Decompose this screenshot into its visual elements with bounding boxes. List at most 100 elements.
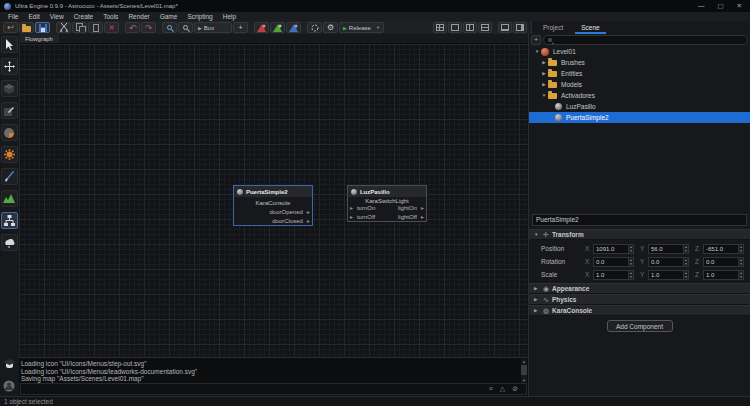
run-settings-button[interactable] <box>307 22 322 33</box>
log-list-icon[interactable]: ≡ <box>489 385 493 393</box>
scale-z-input[interactable]: 1.0▲▼ <box>703 270 744 280</box>
spinner[interactable]: ▲▼ <box>628 245 633 253</box>
menu-file[interactable]: File <box>3 13 23 20</box>
tree-item-activadores[interactable]: ▼ Activadores <box>529 90 750 101</box>
port-arrow-icon[interactable]: ▸ <box>421 213 424 220</box>
toggle-sidebar-button[interactable] <box>513 22 527 33</box>
rotation-z-input[interactable]: 0.0▲▼ <box>703 257 744 267</box>
port-arrow-icon[interactable]: ▸ <box>350 213 353 220</box>
cut-button[interactable] <box>56 22 71 33</box>
delete-button[interactable]: ✕ <box>104 22 119 33</box>
scale-y-input[interactable]: 1.0▲▼ <box>648 270 689 280</box>
settings-button[interactable]: ⚙ <box>323 22 338 33</box>
menu-game[interactable]: Game <box>155 13 183 20</box>
section-karaconsole[interactable]: ▶ ◍ KaraConsole <box>529 305 750 316</box>
paint-tool-button[interactable] <box>1 168 18 185</box>
node-puertasimple2[interactable]: PuertaSimple2 KaraConsole doorOpened▸ do… <box>233 185 313 226</box>
rotation-x-input[interactable]: 0.0▲▼ <box>593 257 634 267</box>
learn-button[interactable] <box>1 355 18 372</box>
spinner[interactable]: ▲▼ <box>628 258 633 266</box>
port-arrow-icon[interactable]: ▸ <box>421 204 424 211</box>
console-input[interactable] <box>20 383 527 395</box>
menu-scripting[interactable]: Scripting <box>182 13 217 20</box>
toggle-console-button[interactable] <box>498 22 512 33</box>
spinner[interactable]: ▲▼ <box>683 258 688 266</box>
section-transform[interactable]: ▼ ✛ Transform <box>529 229 750 240</box>
flowgraph-tool-button[interactable] <box>1 212 18 229</box>
menu-tools[interactable]: Tools <box>98 13 123 20</box>
terrain-tool-button[interactable] <box>1 190 18 207</box>
tree-item-level01[interactable]: ▼ Level01 <box>529 46 750 57</box>
primitive-dropdown[interactable]: ▶Box <box>194 22 232 33</box>
menu-render[interactable]: Render <box>123 13 154 20</box>
about-button[interactable] <box>1 377 18 394</box>
close-button[interactable]: ✕ <box>737 0 742 12</box>
maximize-button[interactable]: ▢ <box>717 0 723 12</box>
scale-x-input[interactable]: 1.0▲▼ <box>593 270 634 280</box>
emitter-tool-button[interactable] <box>1 146 18 163</box>
menu-create[interactable]: Create <box>69 13 99 20</box>
zoom-select-button[interactable] <box>162 22 177 33</box>
tree-item-puertasimple2[interactable]: PuertaSimple2 <box>529 112 750 123</box>
layout-split-v-button[interactable] <box>463 22 477 33</box>
port-arrow-icon[interactable]: ▸ <box>307 217 310 224</box>
log-error-icon[interactable]: ⊘ <box>512 385 518 393</box>
tree-item-models[interactable]: ▶ Models <box>529 79 750 90</box>
spinner[interactable]: ▲▼ <box>683 271 688 279</box>
add-primitive-button[interactable]: + <box>233 22 248 33</box>
tab-scene[interactable]: Scene <box>572 21 608 34</box>
tree-item-brushes[interactable]: ▶ Brushes <box>529 57 750 68</box>
spinner[interactable]: ▲▼ <box>628 271 633 279</box>
spinner[interactable]: ▲▼ <box>738 258 743 266</box>
spinner[interactable]: ▲▼ <box>683 245 688 253</box>
tab-project[interactable]: Project <box>534 21 572 34</box>
add-component-button[interactable]: Add Component <box>607 320 673 332</box>
console-scrollbar[interactable]: ▲ ▼ <box>521 359 527 383</box>
section-physics[interactable]: ▶ ∿ Physics <box>529 294 750 305</box>
rotation-y-input[interactable]: 0.0▲▼ <box>648 257 689 267</box>
layout-quad-button[interactable] <box>433 22 447 33</box>
expand-icon[interactable]: ▼ <box>533 49 541 54</box>
paste-button[interactable] <box>88 22 103 33</box>
face-tool-button[interactable] <box>1 102 18 119</box>
object-tool-button[interactable] <box>1 80 18 97</box>
port-arrow-icon[interactable]: ▸ <box>350 204 353 211</box>
scroll-thumb[interactable] <box>521 365 527 375</box>
section-appearance[interactable]: ▶ ◉ Appearance <box>529 283 750 294</box>
undo-button[interactable]: ↶ <box>125 22 140 33</box>
menu-view[interactable]: View <box>45 13 69 20</box>
minimize-button[interactable]: — <box>698 0 705 12</box>
gizmo-scale-button[interactable] <box>286 22 301 33</box>
tree-item-luzpasillo[interactable]: LuzPasillo <box>529 101 750 112</box>
entity-name-field[interactable]: PuertaSimple2 <box>532 214 747 226</box>
redo-button[interactable]: ↷ <box>141 22 156 33</box>
save-button[interactable] <box>35 22 50 33</box>
move-tool-button[interactable] <box>1 58 18 75</box>
menu-help[interactable]: Help <box>218 13 241 20</box>
scroll-up-icon[interactable]: ▲ <box>521 359 527 364</box>
tree-item-entities[interactable]: ▶ Entities <box>529 68 750 79</box>
spinner[interactable]: ▲▼ <box>738 245 743 253</box>
add-button[interactable]: + <box>531 35 541 45</box>
position-z-input[interactable]: -651.0▲▼ <box>703 244 744 254</box>
gizmo-translate-button[interactable] <box>254 22 269 33</box>
node-luzpasillo[interactable]: LuzPasillo KaraSwitchLight ▸turnOnlightO… <box>347 185 427 222</box>
zoom-button[interactable] <box>178 22 193 33</box>
tab-flowgraph[interactable]: Flowgraph <box>19 34 59 43</box>
open-button[interactable] <box>19 22 34 33</box>
port-arrow-icon[interactable]: ▸ <box>307 208 310 215</box>
layout-single-button[interactable] <box>448 22 462 33</box>
log-warning-icon[interactable]: △ <box>500 385 505 393</box>
material-tool-button[interactable] <box>1 124 18 141</box>
expand-icon[interactable]: ▼ <box>540 93 548 98</box>
expand-icon[interactable]: ▶ <box>540 71 548 76</box>
expand-icon[interactable]: ▶ <box>540 82 548 87</box>
environment-tool-button[interactable] <box>1 234 18 251</box>
menu-edit[interactable]: Edit <box>23 13 44 20</box>
position-x-input[interactable]: 1091.0▲▼ <box>593 244 634 254</box>
copy-button[interactable] <box>72 22 87 33</box>
run-dropdown[interactable]: ▶Release▼ <box>339 22 384 33</box>
flowgraph-canvas[interactable]: PuertaSimple2 KaraConsole doorOpened▸ do… <box>19 44 528 357</box>
select-tool-button[interactable] <box>1 36 18 53</box>
expand-icon[interactable]: ▶ <box>540 60 548 65</box>
